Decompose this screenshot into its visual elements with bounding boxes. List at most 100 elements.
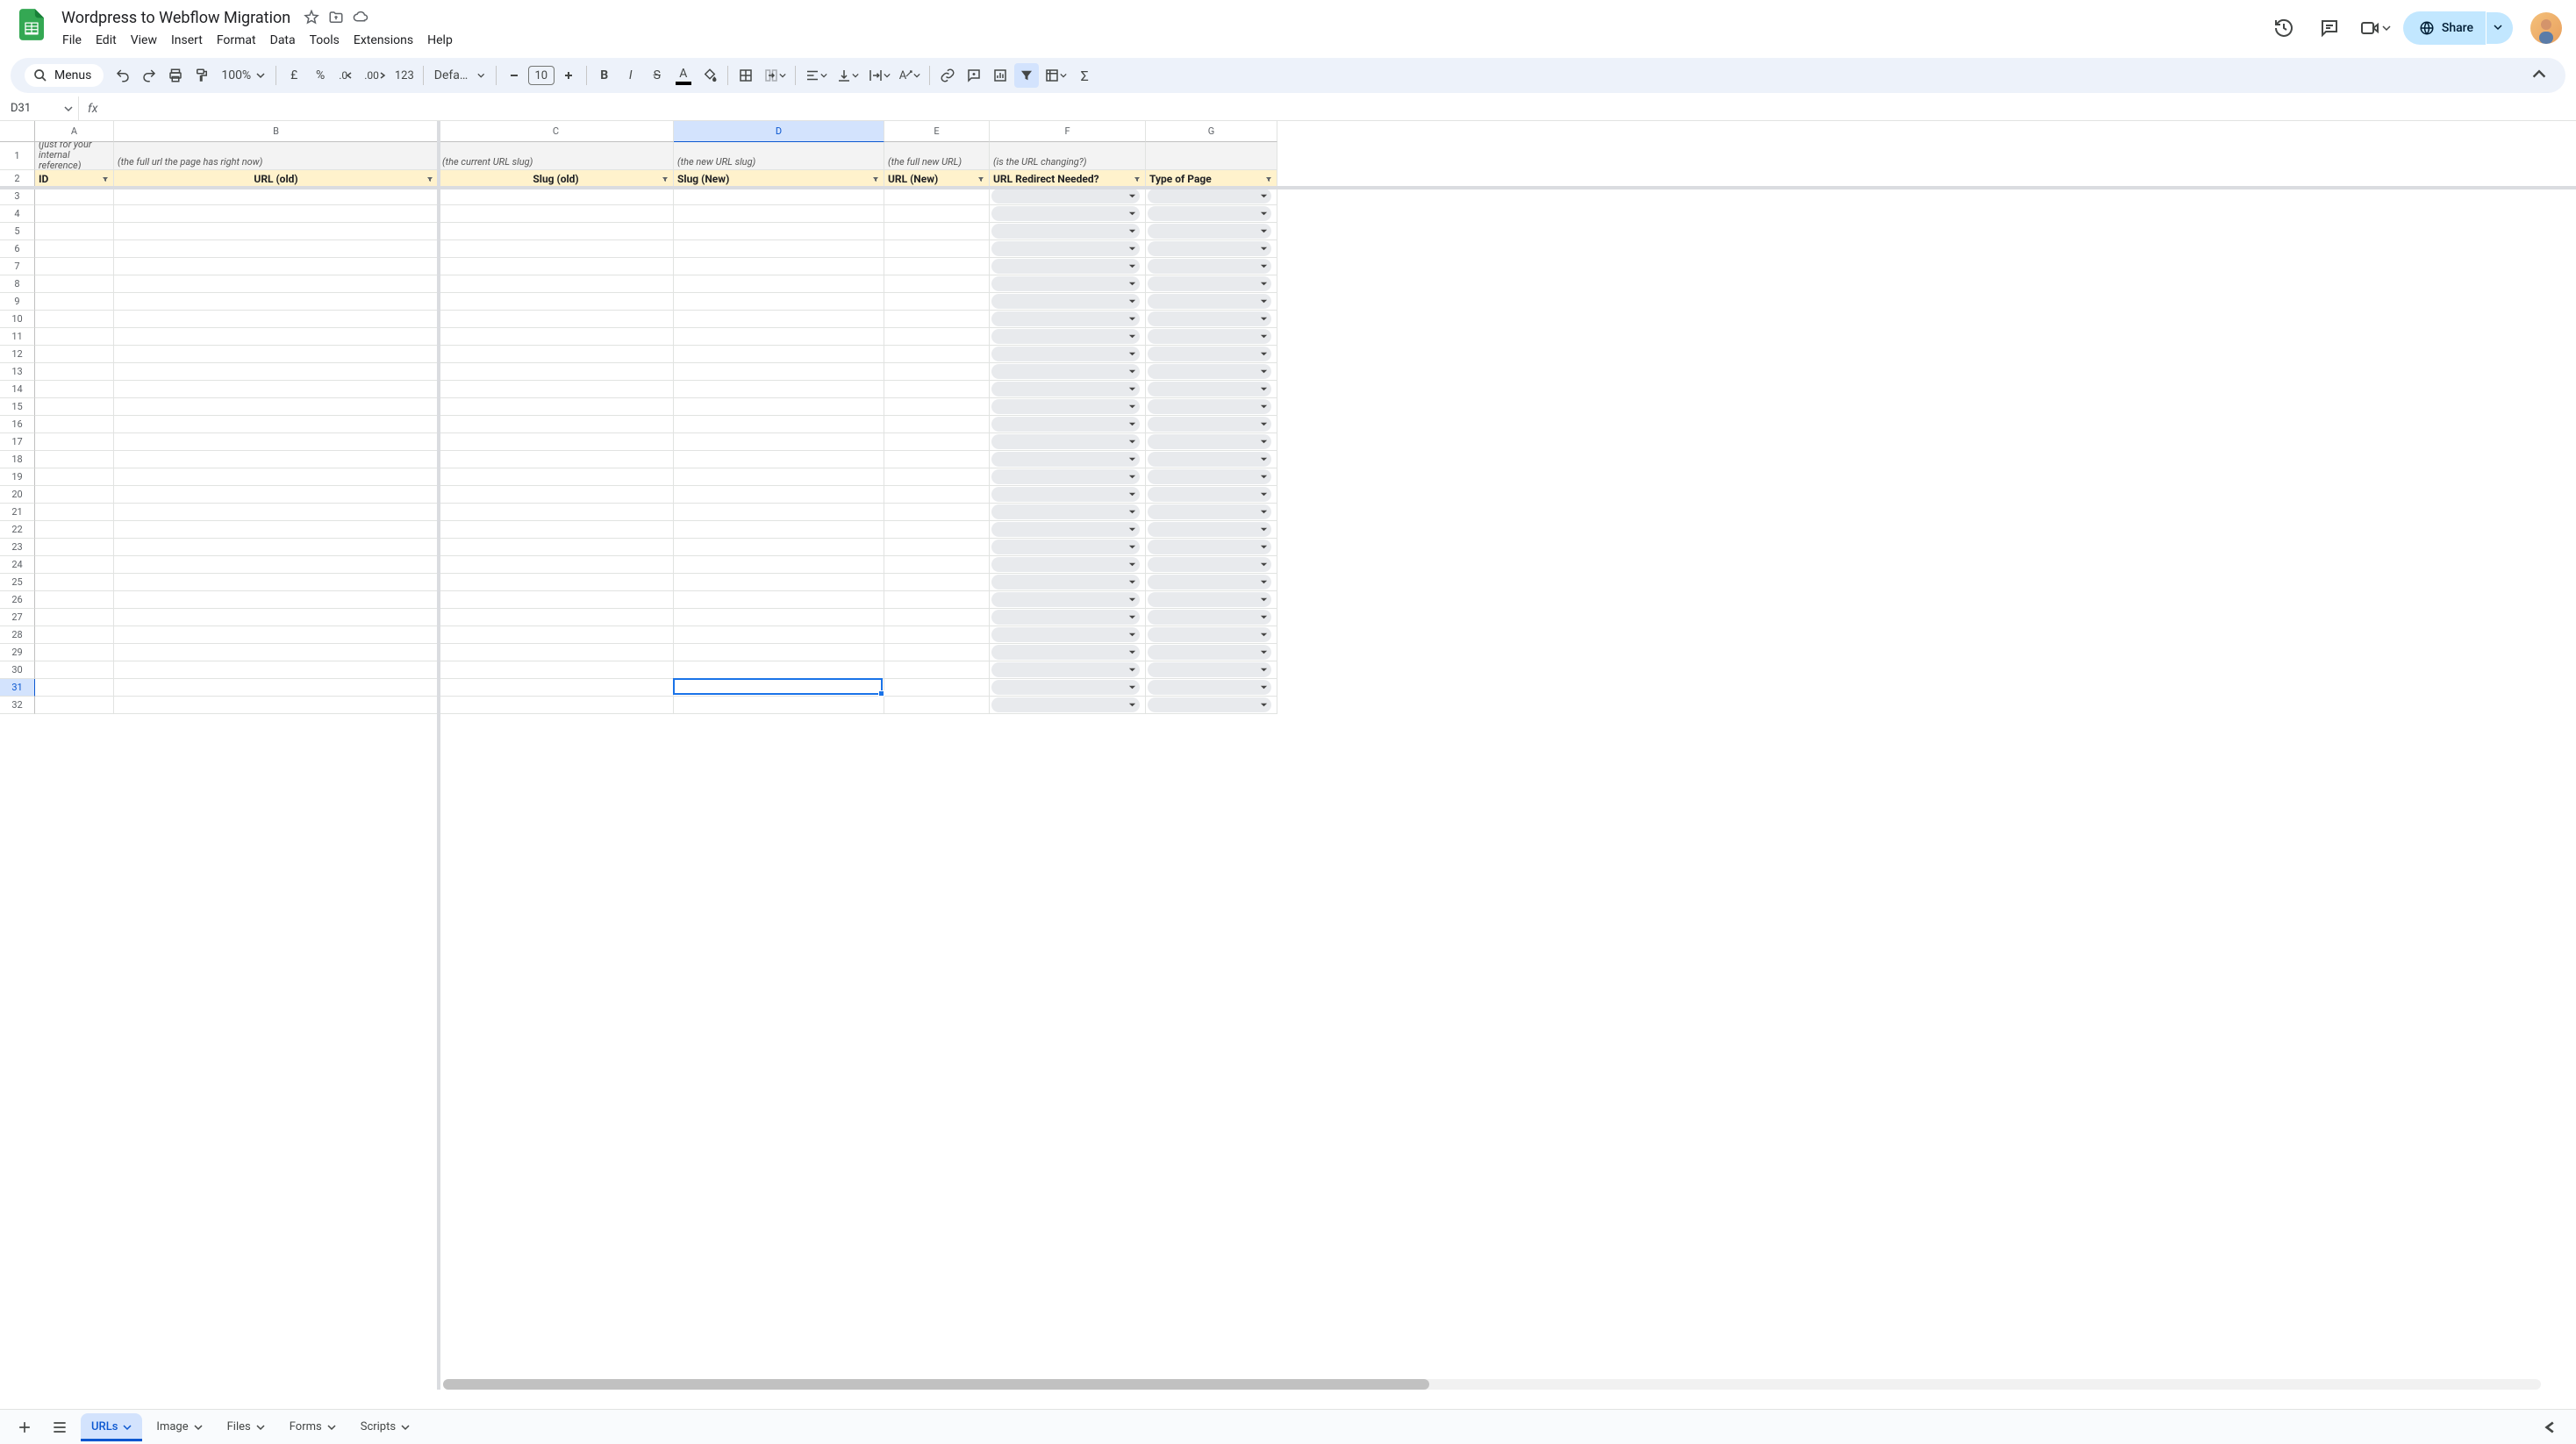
dropdown-chip[interactable] [1148,224,1271,239]
cell[interactable] [114,486,439,504]
cell[interactable] [439,381,674,398]
cell[interactable] [439,468,674,486]
cell[interactable] [114,697,439,714]
cell[interactable] [884,609,990,626]
halign-button[interactable] [801,63,831,88]
zoom-select[interactable]: 100% [216,68,270,82]
cell[interactable] [674,258,884,275]
star-icon[interactable] [303,9,320,26]
dropdown-chip[interactable] [1148,680,1271,695]
cell[interactable] [1146,574,1277,591]
cell[interactable] [674,275,884,293]
cell[interactable]: ID [35,170,114,188]
frozen-row-divider[interactable] [0,186,2576,189]
cell[interactable] [439,328,674,346]
cell[interactable] [884,398,990,416]
dropdown-chip[interactable] [991,610,1140,625]
dropdown-chip[interactable] [1148,575,1271,590]
cell[interactable] [114,328,439,346]
dropdown-chip[interactable] [1148,382,1271,397]
cell[interactable] [35,591,114,609]
chart-button[interactable] [988,63,1013,88]
row-header[interactable]: 2 [0,170,35,188]
dropdown-chip[interactable] [991,557,1140,572]
cell[interactable] [884,626,990,644]
cell[interactable] [439,275,674,293]
cell[interactable] [990,328,1146,346]
cell[interactable] [35,293,114,311]
cell[interactable] [674,556,884,574]
cell[interactable] [35,346,114,363]
row-header[interactable]: 23 [0,539,35,556]
cell[interactable] [674,363,884,381]
cell[interactable] [674,697,884,714]
cell[interactable] [674,188,884,205]
dropdown-chip[interactable] [991,627,1140,642]
cell[interactable] [884,311,990,328]
dropdown-chip[interactable] [991,452,1140,467]
cell[interactable] [674,661,884,679]
cell[interactable] [990,188,1146,205]
dropdown-chip[interactable] [991,241,1140,256]
increase-font-button[interactable] [556,63,581,88]
column-header[interactable]: B [114,121,439,142]
dropdown-chip[interactable] [1148,452,1271,467]
row-headers[interactable]: 1234567891011121314151617181920212223242… [0,142,35,714]
cell[interactable] [990,258,1146,275]
cell[interactable]: Slug (New) [674,170,884,188]
cell[interactable] [114,398,439,416]
cell[interactable] [114,539,439,556]
dropdown-chip[interactable] [991,697,1140,712]
cell[interactable] [114,346,439,363]
cell[interactable] [884,205,990,223]
cell[interactable] [990,626,1146,644]
cell[interactable] [35,311,114,328]
cell[interactable] [35,521,114,539]
cell[interactable] [1146,433,1277,451]
row-header[interactable]: 8 [0,275,35,293]
cell[interactable] [1146,188,1277,205]
cell[interactable] [35,275,114,293]
cell[interactable] [35,661,114,679]
cell[interactable] [1146,521,1277,539]
cell[interactable] [439,451,674,468]
history-icon[interactable] [2266,11,2301,46]
cell[interactable] [439,363,674,381]
cell[interactable] [674,433,884,451]
merge-button[interactable] [760,63,790,88]
cell[interactable] [114,626,439,644]
cell[interactable] [1146,275,1277,293]
cell[interactable] [35,416,114,433]
cell[interactable] [35,451,114,468]
cell[interactable] [884,504,990,521]
cell[interactable] [1146,363,1277,381]
cell[interactable] [114,504,439,521]
bold-button[interactable]: B [592,63,617,88]
cell[interactable] [1146,679,1277,697]
dropdown-chip[interactable] [991,575,1140,590]
dropdown-chip[interactable] [1148,259,1271,274]
cell[interactable] [35,504,114,521]
cell[interactable] [35,398,114,416]
column-header[interactable]: A [35,121,114,142]
row-header[interactable]: 12 [0,346,35,363]
print-button[interactable] [163,63,188,88]
cell[interactable]: (is the URL changing?) [990,142,1146,170]
cell[interactable]: (the current URL slug) [439,142,674,170]
dropdown-chip[interactable] [991,417,1140,432]
cell[interactable] [114,661,439,679]
filter-views-button[interactable] [1041,63,1070,88]
cell[interactable] [990,574,1146,591]
row-header[interactable]: 25 [0,574,35,591]
cell[interactable] [35,328,114,346]
cell[interactable] [1146,539,1277,556]
cell[interactable] [114,275,439,293]
cell[interactable] [674,240,884,258]
cell[interactable] [35,468,114,486]
cell[interactable] [990,468,1146,486]
cell[interactable] [35,556,114,574]
document-title[interactable]: Wordpress to Webflow Migration [56,7,296,29]
cell[interactable] [1146,240,1277,258]
dropdown-chip[interactable] [1148,311,1271,326]
cell[interactable] [114,363,439,381]
